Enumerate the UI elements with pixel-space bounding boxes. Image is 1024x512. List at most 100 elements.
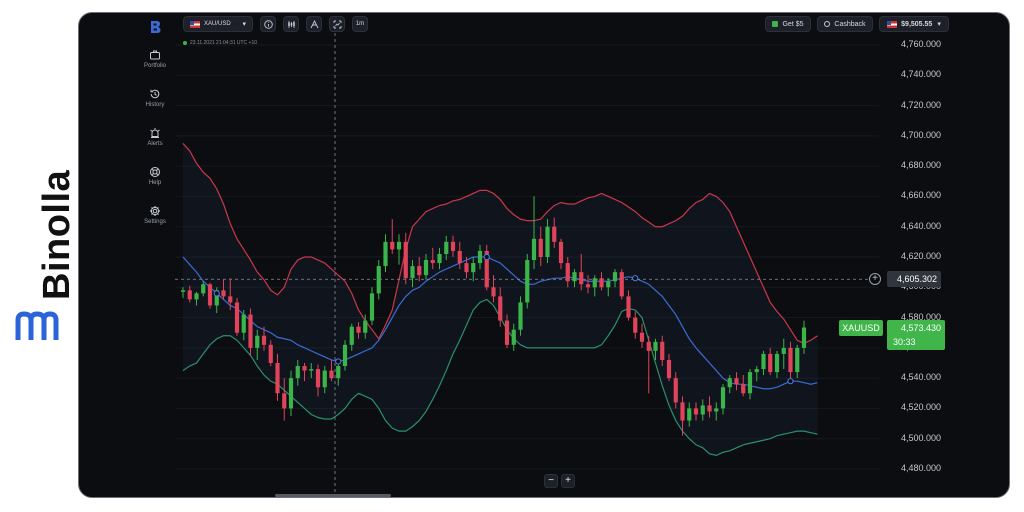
binolla-b-icon[interactable]: [147, 19, 163, 35]
info-icon: [263, 19, 273, 29]
candle-body: [579, 272, 584, 285]
candle-body: [383, 241, 388, 267]
price-scale-label: 4,760.000: [900, 39, 941, 49]
candle-body: [781, 347, 786, 354]
candle-body: [761, 353, 766, 370]
candle-body: [491, 287, 496, 297]
info-button[interactable]: [260, 16, 276, 32]
candle-body: [261, 335, 267, 345]
price-scale-label: 4,500.000: [900, 432, 941, 443]
candle-body: [572, 272, 577, 282]
sidebar-item-settings[interactable]: Settings: [135, 205, 175, 225]
candle-body: [201, 284, 206, 294]
candle-body: [248, 314, 253, 348]
candle: [484, 244, 489, 291]
lifebuoy-icon: [150, 167, 160, 177]
candle: [403, 232, 408, 285]
usa-flag-icon: [190, 20, 200, 28]
balance-selector[interactable]: $9,505.55 ▾: [879, 16, 949, 32]
candle-body: [302, 366, 307, 371]
alarm-icon: [150, 128, 160, 138]
get-bonus-button[interactable]: Get $5: [765, 16, 811, 32]
candle: [369, 287, 375, 326]
timeframe-button[interactable]: 1m: [352, 16, 368, 32]
zoom-out-button[interactable]: −: [544, 474, 558, 488]
horizontal-scrollbar[interactable]: [275, 494, 391, 497]
candle-body: [619, 272, 624, 297]
plus-icon: +: [872, 273, 878, 284]
sidebar-item-history[interactable]: History: [135, 88, 175, 108]
candle-body: [255, 335, 260, 348]
chart-timestamp-text: 23.11.2021 21:04:31 UTC +10: [190, 40, 258, 46]
candle-body: [336, 366, 341, 379]
candle-body: [396, 241, 402, 250]
candle: [639, 323, 645, 348]
brand-name: Binolla: [36, 169, 78, 300]
current-symbol: XAUUSD: [842, 323, 880, 333]
current-symbol-tag: XAUUSD: [839, 320, 883, 336]
candle-body: [565, 263, 570, 282]
indicators-button[interactable]: [329, 16, 345, 32]
trade-marker: [213, 290, 220, 297]
sidebar-item-portfolio[interactable]: Portfolio: [135, 49, 175, 69]
binolla-logo-icon: [15, 311, 59, 340]
price-chart[interactable]: [79, 13, 1010, 498]
candle-body: [585, 284, 591, 288]
price-scale-label: 4,740.000: [900, 69, 941, 80]
candle-body: [221, 290, 226, 297]
candle-body: [450, 241, 456, 251]
cashback-button[interactable]: Cashback: [817, 16, 873, 32]
trade-marker: [335, 358, 342, 365]
candle-body: [464, 263, 469, 273]
candle-body: [680, 402, 685, 421]
candle-body: [774, 353, 780, 373]
candle-body: [687, 408, 692, 421]
candle-body: [403, 241, 408, 279]
candle: [383, 234, 388, 273]
candle-body: [234, 302, 240, 333]
price-scale-label: 4,640.000: [900, 220, 941, 231]
sidebar-item-label: Alerts: [147, 141, 163, 147]
get-bonus-label: Get $5: [782, 20, 804, 28]
chevron-down-icon: ▾: [937, 21, 941, 28]
candle-body: [417, 266, 422, 276]
candle-body: [369, 293, 375, 321]
crosshair-price: 4,605.302: [896, 274, 937, 284]
sidebar-item-help[interactable]: Help: [135, 166, 175, 186]
candle-body: [646, 341, 651, 351]
candle-body: [592, 278, 597, 288]
brand-panel: Binolla: [0, 0, 78, 512]
candle-body: [768, 353, 773, 373]
cashback-label: Cashback: [834, 20, 866, 28]
price-scale-label: 4,660.000: [900, 190, 941, 201]
candle-body: [707, 405, 712, 412]
zoom-in-button[interactable]: +: [561, 474, 575, 488]
price-scale-label: 4,520.000: [900, 402, 941, 413]
chart-timestamp: 23.11.2021 21:04:31 UTC +10: [183, 40, 257, 46]
candle-body: [471, 263, 476, 273]
candle-body: [342, 344, 348, 367]
chart-type-button[interactable]: [283, 16, 299, 32]
drawing-tools-button[interactable]: [306, 16, 322, 32]
asset-selector[interactable]: XAU/USD ▾: [183, 16, 253, 32]
candle-body: [207, 284, 213, 306]
trade-marker: [787, 378, 794, 385]
add-alert-button[interactable]: +: [869, 273, 881, 285]
price-scale-label: 4,540.000: [900, 372, 941, 383]
candle-body: [275, 363, 280, 394]
drawing-icon: [310, 19, 318, 28]
expiry-timer: 30:33: [893, 337, 916, 347]
candle-body: [187, 290, 192, 300]
candle-body: [410, 266, 415, 279]
asset-name: XAU/USD: [204, 21, 231, 27]
candle: [633, 311, 638, 339]
sidebar-item-label: History: [145, 102, 165, 108]
candle: [646, 335, 651, 394]
trade-marker: [632, 275, 639, 282]
expiry-timer-tag: 30:33: [887, 334, 945, 350]
candle-body: [734, 378, 739, 385]
candle-body: [180, 290, 186, 292]
candle: [390, 219, 395, 254]
sidebar-item-alerts[interactable]: Alerts: [135, 127, 175, 147]
candle-body: [599, 278, 604, 288]
